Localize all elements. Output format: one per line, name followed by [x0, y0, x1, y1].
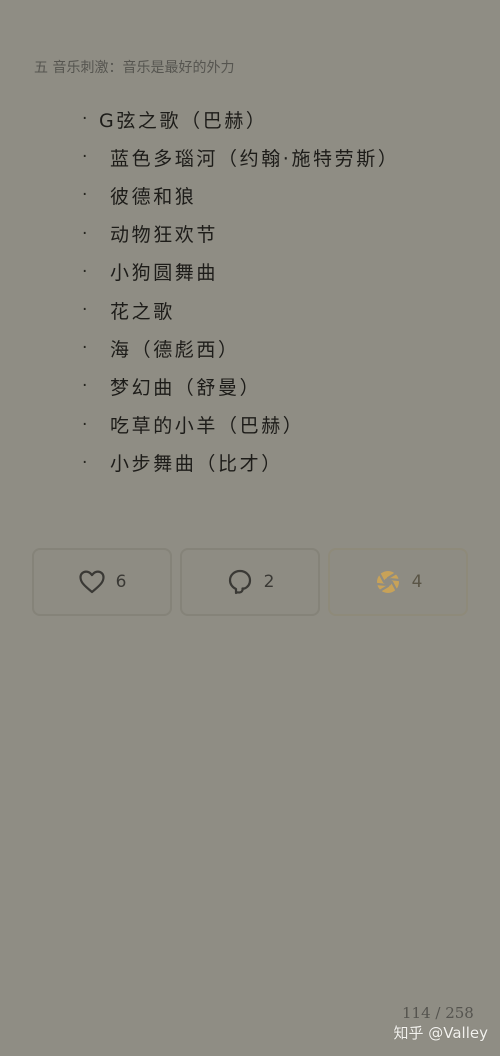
bullet-icon: · [82, 109, 91, 130]
comment-bubble-icon [226, 568, 254, 596]
song-list: · G弦之歌（巴赫） · 蓝色多瑙河（约翰·施特劳斯） · 彼德和狼 · 动物狂… [82, 100, 399, 482]
song-title: 小步舞曲（比才） [110, 453, 283, 476]
bullet-icon: · [82, 452, 91, 473]
action-bar: 6 2 4 [32, 548, 468, 618]
list-item: · 小狗圆舞曲 [82, 253, 399, 291]
list-item: · 花之歌 [82, 291, 399, 329]
list-item: · 吃草的小羊（巴赫） [82, 406, 399, 444]
song-title: 吃草的小羊（巴赫） [110, 415, 305, 438]
song-title: 彼德和狼 [110, 185, 197, 208]
list-item: · 海（德彪西） [82, 329, 399, 367]
heart-icon [78, 568, 106, 596]
comment-count: 2 [263, 572, 275, 592]
aperture-icon [374, 568, 402, 596]
list-item: · 动物狂欢节 [82, 215, 399, 253]
bullet-icon: · [82, 414, 91, 435]
song-title: 小狗圆舞曲 [110, 262, 219, 285]
song-title: 海（德彪西） [110, 338, 240, 361]
list-item: · 蓝色多瑙河（约翰·施特劳斯） [82, 138, 399, 176]
comment-button[interactable]: 2 [180, 548, 320, 616]
bullet-icon: · [82, 338, 91, 359]
page-counter: 114 / 258 [402, 1004, 474, 1022]
song-title: 花之歌 [110, 300, 175, 323]
list-item: · G弦之歌（巴赫） [82, 100, 399, 138]
bullet-icon: · [82, 223, 91, 244]
favorite-count: 4 [411, 572, 423, 592]
section-heading: 五 音乐刺激：音乐是最好的外力 [34, 60, 235, 76]
song-title: 蓝色多瑙河（约翰·施特劳斯） [110, 147, 400, 170]
favorite-button[interactable]: 4 [328, 548, 468, 616]
bullet-icon: · [82, 376, 91, 397]
bullet-icon: · [82, 185, 91, 206]
like-count: 6 [115, 572, 127, 592]
song-title: 动物狂欢节 [110, 224, 219, 247]
song-title: 梦幻曲（舒曼） [110, 376, 262, 399]
watermark: 知乎 @Valley [393, 1024, 489, 1042]
list-item: · 彼德和狼 [82, 176, 399, 214]
bullet-icon: · [82, 261, 91, 282]
like-button[interactable]: 6 [32, 548, 172, 616]
list-item: · 梦幻曲（舒曼） [82, 367, 399, 405]
bullet-icon: · [82, 300, 91, 321]
song-title: G弦之歌（巴赫） [99, 109, 268, 132]
bullet-icon: · [82, 147, 91, 168]
list-item: · 小步舞曲（比才） [82, 444, 399, 482]
